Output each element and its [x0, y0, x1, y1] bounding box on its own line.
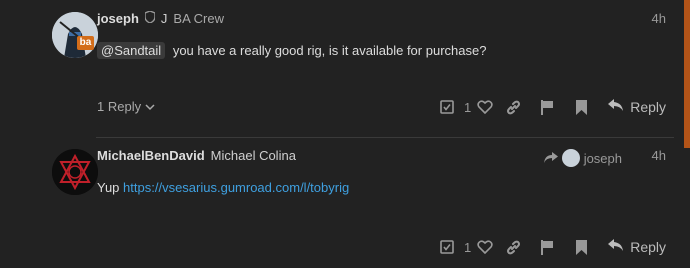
reply-button[interactable]: Reply: [608, 239, 666, 255]
link-icon[interactable]: [496, 97, 530, 117]
flair-badge: ba: [77, 36, 94, 50]
post-date[interactable]: 4h: [652, 148, 666, 163]
post-michaelbendavid: MichaelBenDavid Michael Colina joseph 4h…: [0, 137, 684, 268]
post-actions: 1 Reply: [430, 97, 666, 117]
reply-label: Reply: [630, 99, 666, 115]
reply-button[interactable]: Reply: [608, 99, 666, 115]
post-date[interactable]: 4h: [652, 11, 666, 26]
reply-to-username: joseph: [583, 150, 622, 166]
reply-to-avatar: [561, 149, 580, 167]
avatar[interactable]: [52, 12, 98, 58]
reply-icon: [608, 239, 624, 255]
user-fullname: Michael Colina: [210, 148, 296, 163]
bookmark-icon[interactable]: [564, 237, 598, 257]
post-joseph: ba joseph J BA Crew 4h @Sandtail you hav…: [0, 0, 684, 137]
gumroad-link[interactable]: https://vsesarius.gumroad.com/l/tobyrig: [123, 180, 349, 195]
chevron-down-icon: [145, 99, 155, 114]
check-square-icon[interactable]: [430, 237, 464, 257]
mention-link[interactable]: @Sandtail: [97, 42, 166, 59]
reply-label: Reply: [630, 239, 666, 255]
link-icon[interactable]: [496, 237, 530, 257]
username[interactable]: MichaelBenDavid: [97, 148, 205, 163]
flag-icon[interactable]: [530, 237, 564, 257]
flag-icon[interactable]: [530, 97, 564, 117]
reply-to-icon: [543, 151, 558, 166]
post-actions: 1 Reply: [430, 237, 666, 257]
reply-to-indicator[interactable]: joseph: [543, 149, 622, 167]
right-accent-bar: [684, 0, 690, 148]
post-names: joseph J BA Crew: [97, 10, 224, 26]
shield-icon: [144, 10, 156, 26]
group-name[interactable]: BA Crew: [173, 11, 224, 26]
post-body: Yup https://vsesarius.gumroad.com/l/toby…: [97, 180, 349, 195]
reply-icon: [608, 99, 624, 115]
heart-icon[interactable]: [474, 237, 496, 257]
avatar-image: [52, 149, 98, 195]
username[interactable]: joseph: [97, 11, 139, 26]
check-square-icon[interactable]: [430, 97, 464, 117]
like-count[interactable]: 1: [464, 240, 471, 255]
post-text: you have a really good rig, is it availa…: [172, 43, 487, 58]
show-replies-button[interactable]: 1 Reply: [97, 99, 155, 114]
post-body: @Sandtail you have a really good rig, is…: [97, 42, 487, 59]
like-count[interactable]: 1: [464, 100, 471, 115]
replies-label: 1 Reply: [97, 99, 142, 114]
post-text: Yup: [97, 180, 120, 195]
bookmark-icon[interactable]: [564, 97, 598, 117]
post-names: MichaelBenDavid Michael Colina: [97, 148, 296, 163]
heart-icon[interactable]: [474, 97, 496, 117]
user-title: J: [160, 11, 168, 26]
avatar-image: [52, 12, 98, 58]
avatar[interactable]: [52, 149, 98, 195]
